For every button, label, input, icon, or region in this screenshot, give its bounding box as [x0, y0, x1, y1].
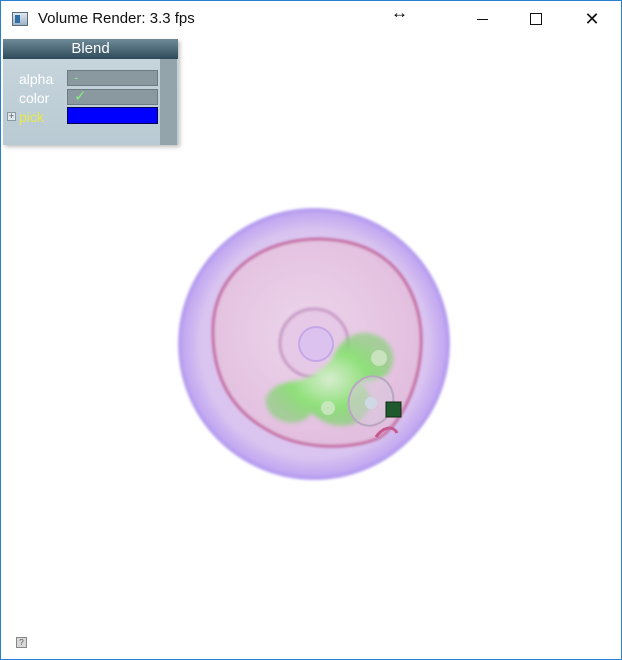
alpha-field[interactable]: -	[67, 70, 158, 86]
app-icon	[12, 12, 28, 26]
close-button[interactable]: ✕	[569, 1, 615, 37]
maximize-button[interactable]	[513, 1, 559, 37]
vesicle-core	[365, 397, 377, 409]
minimize-button[interactable]	[459, 1, 505, 37]
checkmark-icon: ✓	[74, 88, 87, 105]
close-icon: ✕	[584, 9, 600, 29]
panel-title[interactable]: Blend	[3, 39, 178, 59]
help-icon[interactable]: ?	[16, 637, 27, 648]
title-bar[interactable]: Volume Render: 3.3 fps ↔ ✕	[1, 1, 621, 37]
minimize-icon	[476, 18, 488, 20]
maximize-icon	[530, 13, 542, 25]
volume-render-view[interactable]	[171, 201, 461, 491]
app-window: Volume Render: 3.3 fps ↔ ✕ Blend alpha -…	[0, 0, 622, 660]
color-checkbox[interactable]: ✓	[67, 89, 158, 105]
pick-marker[interactable]	[385, 401, 402, 418]
green-spot-upper	[371, 350, 387, 366]
blend-panel[interactable]: Blend alpha - color ✓ + pick	[3, 39, 178, 145]
color-label: color	[19, 90, 50, 106]
pick-label: pick	[19, 109, 44, 125]
green-spot-lower	[321, 401, 335, 415]
expand-plus-icon[interactable]: +	[7, 112, 16, 121]
panel-scrollbar[interactable]	[160, 59, 177, 145]
nucleus-core	[298, 326, 334, 362]
alpha-value: -	[74, 70, 79, 85]
window-title: Volume Render: 3.3 fps	[38, 10, 195, 27]
pick-color-swatch[interactable]	[67, 107, 158, 124]
resize-cursor-icon: ↔	[391, 3, 408, 22]
alpha-label: alpha	[19, 71, 54, 87]
